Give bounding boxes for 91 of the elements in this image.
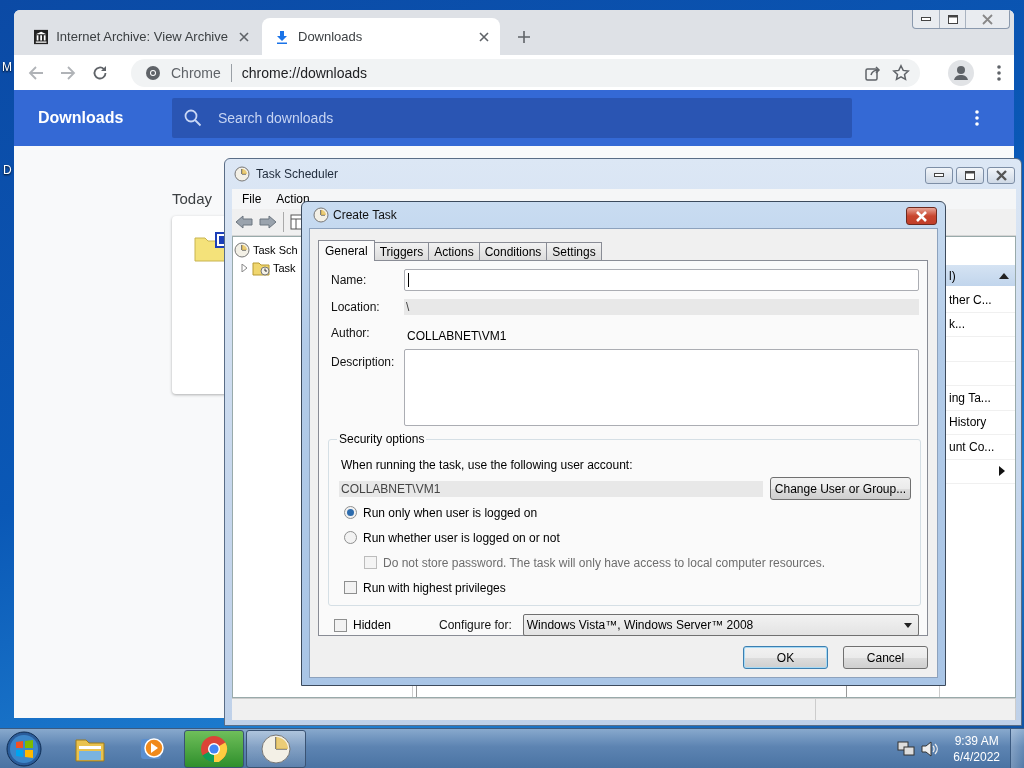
browser-tab[interactable]: Internet Archive: View Archive [22,18,260,55]
desktop-icon-label[interactable]: D [3,163,12,177]
close-icon [995,169,1007,181]
pane-header-title: l) [949,268,956,283]
building-icon [34,28,49,45]
taskbar-button[interactable] [246,729,306,768]
radio-button[interactable] [344,506,357,519]
field-label: Location: [331,300,381,314]
checkbox[interactable] [334,618,347,632]
star-icon[interactable] [892,63,910,82]
submenu-arrow-icon[interactable] [999,466,1005,477]
configure-dropdown[interactable]: Windows Vista™, Windows Server™ 2008 [522,614,919,636]
task-link[interactable]: unt Co... [949,439,995,454]
account-field: COLLABNET\VM1 [339,480,763,497]
field-label: Author: [331,326,371,340]
dialog-button[interactable]: OK [743,646,828,669]
dialog-tab[interactable]: Triggers [374,242,430,260]
option-label: Run only when user is logged on [363,505,538,520]
clock-icon [234,242,250,258]
clock-icon [313,207,329,223]
play-icon [139,735,165,762]
address-bar[interactable]: Chrome chrome://downloads [131,58,920,87]
forward-arrow-icon[interactable] [259,215,277,229]
start-button[interactable] [4,728,44,768]
task-link[interactable]: ing Ta... [949,390,991,405]
tree-item[interactable]: Task [273,262,296,274]
window-title: Task Scheduler [256,167,339,181]
show-desktop-button[interactable] [1010,728,1024,768]
radio-button[interactable] [344,531,357,544]
dialog-tab[interactable]: Conditions [479,242,548,260]
menu-item[interactable]: File [242,192,262,206]
task-link[interactable]: ther C... [949,292,992,307]
clock-icon [234,166,250,182]
task-link[interactable]: k... [949,317,965,332]
maximize-button[interactable] [956,166,984,184]
option-label: Do not store password. The task will only have access to local computer resources. [383,555,825,570]
option-label: Run whether user is logged on or not [363,530,560,545]
avatar-icon[interactable] [948,59,974,86]
dialog-button[interactable]: Cancel [843,646,928,669]
browser-tab[interactable]: Downloads [262,18,500,55]
description-field[interactable] [404,349,919,426]
dialog-tab[interactable]: Actions [429,242,480,260]
search-field[interactable]: Search downloads [172,98,852,138]
desktop-icon-label[interactable]: M [2,60,12,74]
speaker-icon[interactable] [921,740,940,757]
close-button[interactable] [906,207,937,225]
clock-date[interactable]: 6/4/2022 [953,748,1000,765]
dialog-tab[interactable]: Settings [547,242,602,260]
dialog-tab[interactable]: General [318,240,375,261]
field-label: Name: [331,273,368,287]
dialog-title: Create Task [333,208,397,222]
search-icon [184,109,202,127]
plus-icon[interactable] [516,29,532,45]
browser-icon [200,734,228,763]
download-icon [274,28,290,45]
account-prompt: When running the task, use the following user account: [340,458,634,474]
group-title: Security options [338,432,426,446]
checkbox[interactable] [344,581,357,594]
collapse-arrow-icon[interactable] [999,272,1009,279]
maximize-icon [947,14,958,24]
more-icon[interactable] [974,109,980,127]
task-link[interactable]: History [949,415,987,430]
option-label: Hidden [353,618,392,632]
close-icon [982,13,993,25]
close-button[interactable] [987,166,1015,184]
clock-icon [261,733,291,764]
share-icon[interactable] [864,63,882,82]
page-title: Downloads [37,109,125,127]
option-label: Run with highest privileges [363,580,506,595]
taskbar-button[interactable] [184,729,244,768]
field-label: Configure for: [439,618,512,632]
minimize-icon [921,17,931,21]
folder-icon [252,260,270,276]
caret-icon [904,622,912,628]
change-user-button[interactable]: Change User or Group... [770,477,911,500]
section-heading: Today [172,190,213,209]
circle-logo-icon [145,64,161,81]
minimize-button[interactable] [925,166,953,184]
maximize-icon [965,170,975,180]
name-field[interactable] [404,269,919,291]
expander-icon[interactable] [241,264,249,272]
location-field: \ [404,299,919,315]
close-icon [916,210,927,222]
back-arrow-icon[interactable] [235,215,253,229]
minimize-icon [934,173,944,177]
network-icon[interactable] [897,740,916,757]
menu-item[interactable]: Action [276,192,310,206]
field-label: Description: [331,354,396,369]
tree-item[interactable]: Task Sch [253,244,298,256]
author-value: COLLABNET\VM1 [406,328,508,343]
more-icon[interactable] [996,63,1002,82]
